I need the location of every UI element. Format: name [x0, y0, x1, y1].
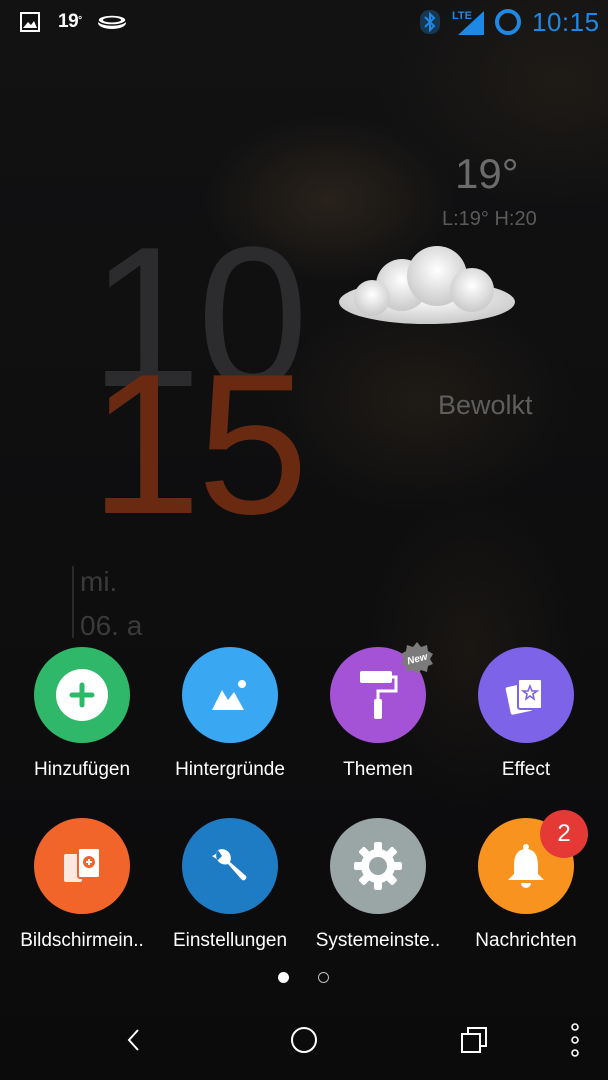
menu-item-label: Hintergründe: [175, 759, 285, 780]
date-day: mi.: [80, 566, 118, 597]
sync-ring-icon: [494, 0, 522, 44]
svg-text:LTE: LTE: [452, 10, 472, 22]
plus-icon: [34, 647, 130, 743]
recents-icon[interactable]: [452, 1018, 496, 1062]
navigation-bar: [0, 1000, 608, 1080]
screens-icon: [34, 818, 130, 914]
gear-icon: [330, 818, 426, 914]
weather-range: L:19° H:20: [442, 208, 537, 230]
weather-condition: Bewolkt: [438, 390, 533, 420]
gallery-icon: [20, 0, 40, 44]
status-bar: 19 ° LTE 10:15: [0, 0, 608, 44]
menu-item-label: Hinzufügen: [33, 759, 131, 780]
bluetooth-icon: [419, 0, 441, 44]
cloud-icon: [339, 246, 515, 324]
clock-minute: 15: [90, 333, 308, 556]
menu-item-label: Systemeinste..: [315, 930, 441, 951]
date-date: 06. a: [80, 610, 143, 641]
oval-badge-icon: [96, 0, 128, 44]
page-dot[interactable]: [318, 972, 329, 983]
more-icon[interactable]: [553, 1018, 597, 1062]
menu-item-label: Themen: [343, 759, 413, 780]
status-clock: 10:15: [532, 6, 600, 37]
page-indicator: [0, 972, 608, 984]
home-icon[interactable]: [282, 1018, 326, 1062]
weather-temperature: 19°: [455, 150, 519, 197]
status-temperature: 19 °: [58, 11, 82, 32]
notification-count-badge: 2: [540, 810, 588, 858]
menu-item-label: Bildschirmein..: [20, 930, 144, 951]
menu-item-label: Effect: [501, 759, 551, 780]
page-dot-active[interactable]: [278, 972, 289, 983]
cards-star-icon: [478, 647, 574, 743]
picture-icon: [182, 647, 278, 743]
lte-signal-icon: LTE: [452, 0, 486, 44]
new-badge: New: [401, 642, 433, 674]
menu-item-label: Einstellungen: [172, 930, 288, 951]
date-divider: [72, 566, 74, 638]
menu-item-label: Nachrichten: [475, 930, 577, 951]
back-icon[interactable]: [112, 1018, 156, 1062]
wrench-icon: [182, 818, 278, 914]
